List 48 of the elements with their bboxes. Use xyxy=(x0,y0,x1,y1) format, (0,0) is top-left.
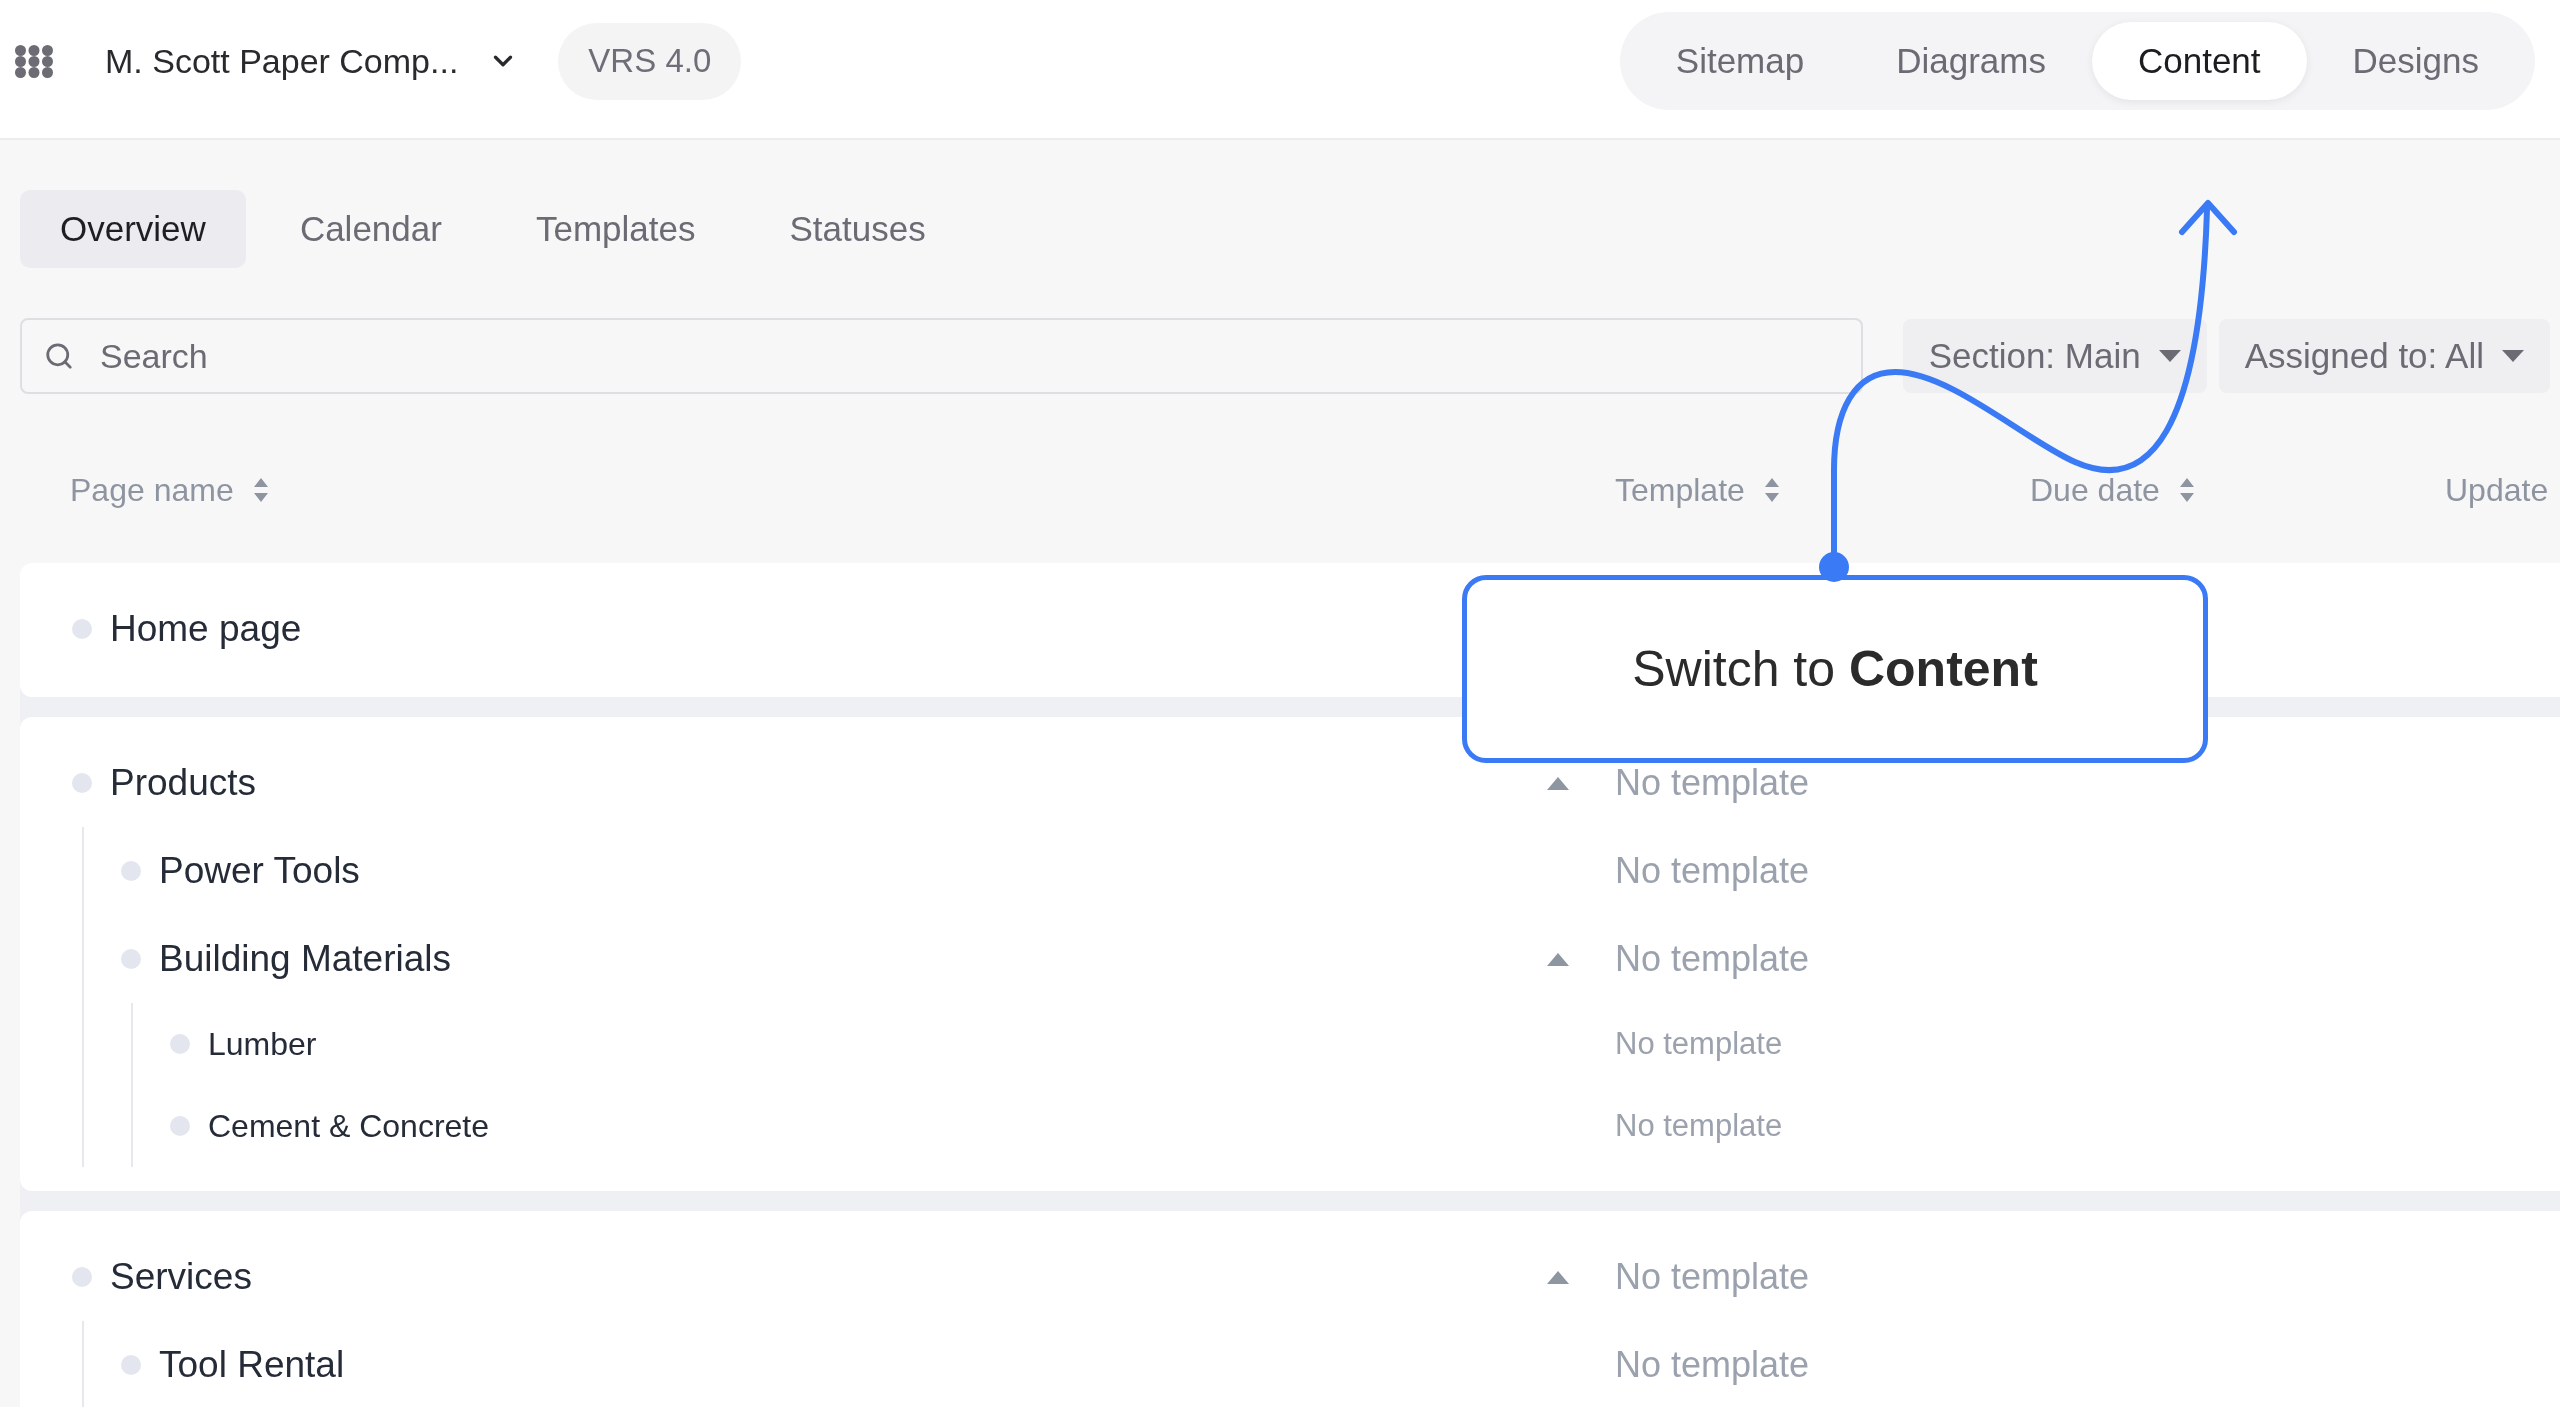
project-switcher[interactable]: M. Scott Paper Comp... xyxy=(105,41,519,81)
dot-icon xyxy=(121,1355,141,1375)
page-name[interactable]: Home page xyxy=(110,608,302,650)
view-tab[interactable]: Content xyxy=(2091,22,2307,100)
dot-icon xyxy=(72,773,92,793)
template-text: No template xyxy=(1615,850,1810,892)
dot-icon xyxy=(170,1034,190,1054)
template-text: No template xyxy=(1615,1344,1810,1386)
callout: Switch to Content xyxy=(1462,575,2208,763)
view-tab[interactable]: Designs xyxy=(2306,22,2525,100)
view-tab[interactable]: Diagrams xyxy=(1850,22,2092,100)
dot-icon xyxy=(121,949,141,969)
caret-up-icon[interactable] xyxy=(1547,952,1569,966)
column-header[interactable]: Page name xyxy=(70,471,268,509)
tab[interactable]: Statuses xyxy=(749,190,966,268)
caret-up-icon[interactable] xyxy=(1547,1270,1569,1284)
caret-down-icon xyxy=(2502,350,2524,362)
column-header[interactable]: Template xyxy=(1615,471,1779,509)
tab[interactable]: Overview xyxy=(20,190,246,268)
page-name[interactable]: Building Materials xyxy=(159,938,452,980)
dot-icon xyxy=(72,619,92,639)
dot-grid-icon[interactable] xyxy=(15,44,53,78)
caret-up-icon[interactable] xyxy=(1547,776,1569,790)
page-name[interactable]: Services xyxy=(110,1256,252,1298)
template-text: No template xyxy=(1615,1026,1783,1062)
dot-icon xyxy=(170,1116,190,1136)
filter-dropdown[interactable]: Assigned to: All xyxy=(2218,319,2550,393)
template-text: No template xyxy=(1615,938,1810,980)
view-tab[interactable]: Sitemap xyxy=(1629,22,1851,100)
version-badge: VRS 4.0 xyxy=(558,22,742,100)
template-text: No template xyxy=(1615,1108,1783,1144)
dot-icon xyxy=(121,861,141,881)
caret-down-icon xyxy=(2158,350,2181,362)
page-name[interactable]: Products xyxy=(110,762,256,804)
page-name[interactable]: Cement & Concrete xyxy=(208,1107,489,1145)
dot-icon xyxy=(72,1267,92,1287)
search-icon xyxy=(44,341,74,371)
tab[interactable]: Templates xyxy=(495,190,736,268)
page-name[interactable]: Lumber xyxy=(208,1025,317,1063)
page-name[interactable]: Tool Rental xyxy=(159,1344,345,1386)
search-field[interactable]: Search xyxy=(20,318,1863,394)
filter-dropdown[interactable]: Section: Main xyxy=(1902,319,2207,393)
template-text: No template xyxy=(1615,1256,1810,1298)
tab[interactable]: Calendar xyxy=(259,190,482,268)
page-name[interactable]: Power Tools xyxy=(159,850,360,892)
column-header[interactable]: Update xyxy=(2445,471,2549,509)
column-header[interactable]: Due date xyxy=(2030,471,2194,509)
template-text: No template xyxy=(1615,762,1810,804)
